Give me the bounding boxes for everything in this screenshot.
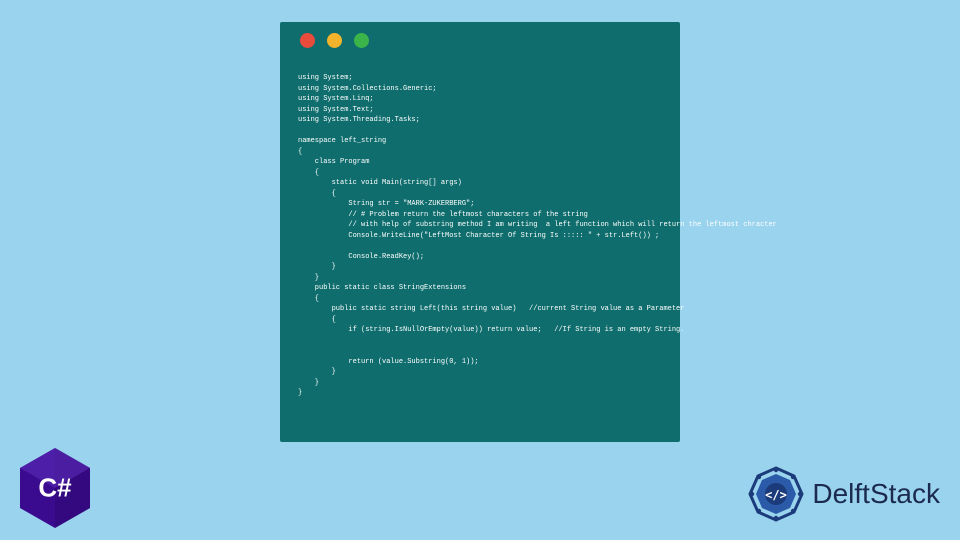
minimize-icon[interactable] [327,33,342,48]
window-titlebar [280,22,680,58]
delftstack-brand: </> DelftStack [748,466,940,522]
csharp-logo: C# [20,448,90,528]
close-icon[interactable] [300,33,315,48]
maximize-icon[interactable] [354,33,369,48]
svg-text:</>: </> [766,488,788,502]
delftstack-name: DelftStack [812,478,940,510]
csharp-label: C# [38,473,71,504]
code-block: using System; using System.Collections.G… [280,65,680,417]
code-window: using System; using System.Collections.G… [280,22,680,442]
delftstack-logo-icon: </> [748,466,804,522]
